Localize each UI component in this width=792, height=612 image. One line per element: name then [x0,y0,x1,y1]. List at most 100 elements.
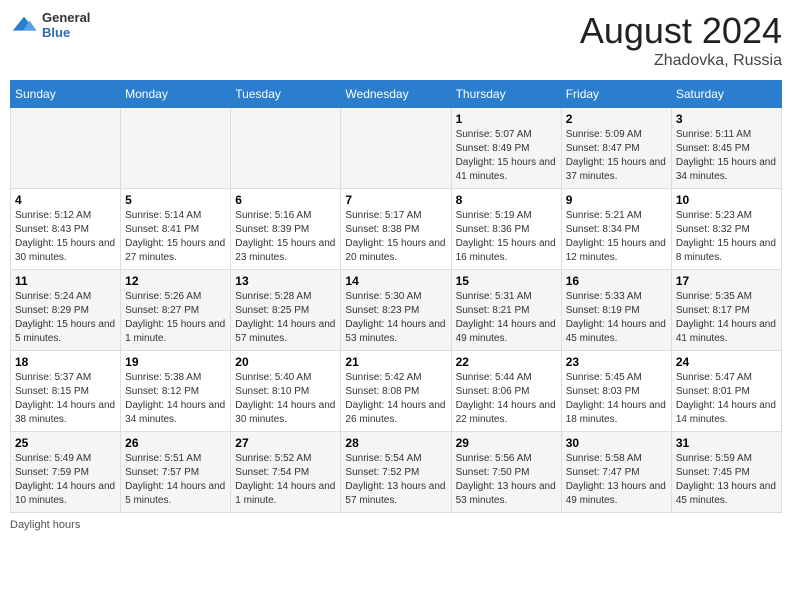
day-info: Sunrise: 5:17 AM Sunset: 8:38 PM Dayligh… [345,209,446,265]
calendar-cell: 30 Sunrise: 5:58 AM Sunset: 7:47 PM Dayli… [561,432,671,513]
day-number: 24 [676,355,777,369]
day-number: 11 [15,274,116,288]
month-year-title: August 2024 [580,10,782,52]
calendar-header: SundayMondayTuesdayWednesdayThursdayFrid… [11,81,782,108]
day-info: Sunrise: 5:52 AM Sunset: 7:54 PM Dayligh… [235,452,336,508]
calendar-cell: 10 Sunrise: 5:23 AM Sunset: 8:32 PM Dayli… [671,189,781,270]
day-number: 25 [15,436,116,450]
day-number: 10 [676,193,777,207]
day-number: 29 [456,436,557,450]
calendar-cell [341,108,451,189]
calendar-cell: 31 Sunrise: 5:59 AM Sunset: 7:45 PM Dayli… [671,432,781,513]
day-number: 3 [676,112,777,126]
day-info: Sunrise: 5:59 AM Sunset: 7:45 PM Dayligh… [676,452,777,508]
calendar-cell [121,108,231,189]
day-info: Sunrise: 5:14 AM Sunset: 8:41 PM Dayligh… [125,209,226,265]
day-info: Sunrise: 5:24 AM Sunset: 8:29 PM Dayligh… [15,290,116,346]
day-number: 7 [345,193,446,207]
weekday-header: Friday [561,81,671,108]
day-number: 4 [15,193,116,207]
weekday-header: Sunday [11,81,121,108]
day-info: Sunrise: 5:35 AM Sunset: 8:17 PM Dayligh… [676,290,777,346]
calendar-cell: 8 Sunrise: 5:19 AM Sunset: 8:36 PM Daylig… [451,189,561,270]
day-info: Sunrise: 5:56 AM Sunset: 7:50 PM Dayligh… [456,452,557,508]
day-info: Sunrise: 5:47 AM Sunset: 8:01 PM Dayligh… [676,371,777,427]
day-info: Sunrise: 5:37 AM Sunset: 8:15 PM Dayligh… [15,371,116,427]
weekday-header: Tuesday [231,81,341,108]
daylight-label: Daylight hours [10,519,80,531]
calendar-cell: 27 Sunrise: 5:52 AM Sunset: 7:54 PM Dayli… [231,432,341,513]
logo: General Blue [10,10,90,40]
day-number: 18 [15,355,116,369]
calendar-cell: 22 Sunrise: 5:44 AM Sunset: 8:06 PM Dayli… [451,351,561,432]
day-number: 1 [456,112,557,126]
day-info: Sunrise: 5:54 AM Sunset: 7:52 PM Dayligh… [345,452,446,508]
calendar-cell: 15Sunrise: 5:31 AM Sunset: 8:21 PM Dayli… [451,270,561,351]
day-info: Sunrise: 5:42 AM Sunset: 8:08 PM Dayligh… [345,371,446,427]
calendar-cell: 19 Sunrise: 5:38 AM Sunset: 8:12 PM Dayli… [121,351,231,432]
day-info: Sunrise: 5:31 AM Sunset: 8:21 PM Dayligh… [456,290,557,346]
calendar-cell: 26Sunrise: 5:51 AM Sunset: 7:57 PM Dayli… [121,432,231,513]
location-subtitle: Zhadovka, Russia [580,52,782,70]
calendar-cell: 5 Sunrise: 5:14 AM Sunset: 8:41 PM Daylig… [121,189,231,270]
calendar-cell: 6Sunrise: 5:16 AM Sunset: 8:39 PM Daylig… [231,189,341,270]
day-info: Sunrise: 5:26 AM Sunset: 8:27 PM Dayligh… [125,290,226,346]
title-block: August 2024 Zhadovka, Russia [580,10,782,70]
day-number: 27 [235,436,336,450]
day-number: 16 [566,274,667,288]
calendar-cell [11,108,121,189]
day-info: Sunrise: 5:45 AM Sunset: 8:03 PM Dayligh… [566,371,667,427]
calendar-table: SundayMondayTuesdayWednesdayThursdayFrid… [10,80,782,513]
logo-text: General Blue [42,10,90,40]
day-info: Sunrise: 5:23 AM Sunset: 8:32 PM Dayligh… [676,209,777,265]
day-info: Sunrise: 5:19 AM Sunset: 8:36 PM Dayligh… [456,209,557,265]
day-info: Sunrise: 5:49 AM Sunset: 7:59 PM Dayligh… [15,452,116,508]
day-info: Sunrise: 5:38 AM Sunset: 8:12 PM Dayligh… [125,371,226,427]
day-info: Sunrise: 5:07 AM Sunset: 8:49 PM Dayligh… [456,128,557,184]
day-number: 22 [456,355,557,369]
calendar-cell: 3 Sunrise: 5:11 AM Sunset: 8:45 PM Daylig… [671,108,781,189]
calendar-cell: 29 Sunrise: 5:56 AM Sunset: 7:50 PM Dayli… [451,432,561,513]
calendar-cell: 23 Sunrise: 5:45 AM Sunset: 8:03 PM Dayli… [561,351,671,432]
logo-general-text: General [42,10,90,25]
day-number: 19 [125,355,226,369]
day-number: 6 [235,193,336,207]
day-number: 5 [125,193,226,207]
logo-blue-text: Blue [42,25,90,40]
calendar-week-row: 1 Sunrise: 5:07 AM Sunset: 8:49 PM Daylig… [11,108,782,189]
weekday-header-row: SundayMondayTuesdayWednesdayThursdayFrid… [11,81,782,108]
day-number: 28 [345,436,446,450]
logo-icon [10,11,38,39]
day-info: Sunrise: 5:58 AM Sunset: 7:47 PM Dayligh… [566,452,667,508]
calendar-week-row: 25 Sunrise: 5:49 AM Sunset: 7:59 PM Dayli… [11,432,782,513]
day-number: 30 [566,436,667,450]
day-info: Sunrise: 5:12 AM Sunset: 8:43 PM Dayligh… [15,209,116,265]
day-number: 26 [125,436,226,450]
day-info: Sunrise: 5:09 AM Sunset: 8:47 PM Dayligh… [566,128,667,184]
calendar-cell: 17 Sunrise: 5:35 AM Sunset: 8:17 PM Dayli… [671,270,781,351]
calendar-cell: 12 Sunrise: 5:26 AM Sunset: 8:27 PM Dayli… [121,270,231,351]
calendar-cell: 11 Sunrise: 5:24 AM Sunset: 8:29 PM Dayli… [11,270,121,351]
day-number: 12 [125,274,226,288]
calendar-cell: 14Sunrise: 5:30 AM Sunset: 8:23 PM Dayli… [341,270,451,351]
day-info: Sunrise: 5:28 AM Sunset: 8:25 PM Dayligh… [235,290,336,346]
calendar-cell: 7 Sunrise: 5:17 AM Sunset: 8:38 PM Daylig… [341,189,451,270]
calendar-week-row: 4 Sunrise: 5:12 AM Sunset: 8:43 PM Daylig… [11,189,782,270]
calendar-cell [231,108,341,189]
day-number: 14 [345,274,446,288]
day-number: 23 [566,355,667,369]
weekday-header: Monday [121,81,231,108]
day-number: 31 [676,436,777,450]
calendar-cell: 4 Sunrise: 5:12 AM Sunset: 8:43 PM Daylig… [11,189,121,270]
calendar-week-row: 11 Sunrise: 5:24 AM Sunset: 8:29 PM Dayli… [11,270,782,351]
day-info: Sunrise: 5:44 AM Sunset: 8:06 PM Dayligh… [456,371,557,427]
day-number: 8 [456,193,557,207]
day-info: Sunrise: 5:11 AM Sunset: 8:45 PM Dayligh… [676,128,777,184]
day-number: 17 [676,274,777,288]
calendar-cell: 9Sunrise: 5:21 AM Sunset: 8:34 PM Daylig… [561,189,671,270]
calendar-cell: 16Sunrise: 5:33 AM Sunset: 8:19 PM Dayli… [561,270,671,351]
calendar-cell: 24 Sunrise: 5:47 AM Sunset: 8:01 PM Dayli… [671,351,781,432]
weekday-header: Saturday [671,81,781,108]
day-number: 20 [235,355,336,369]
day-number: 9 [566,193,667,207]
